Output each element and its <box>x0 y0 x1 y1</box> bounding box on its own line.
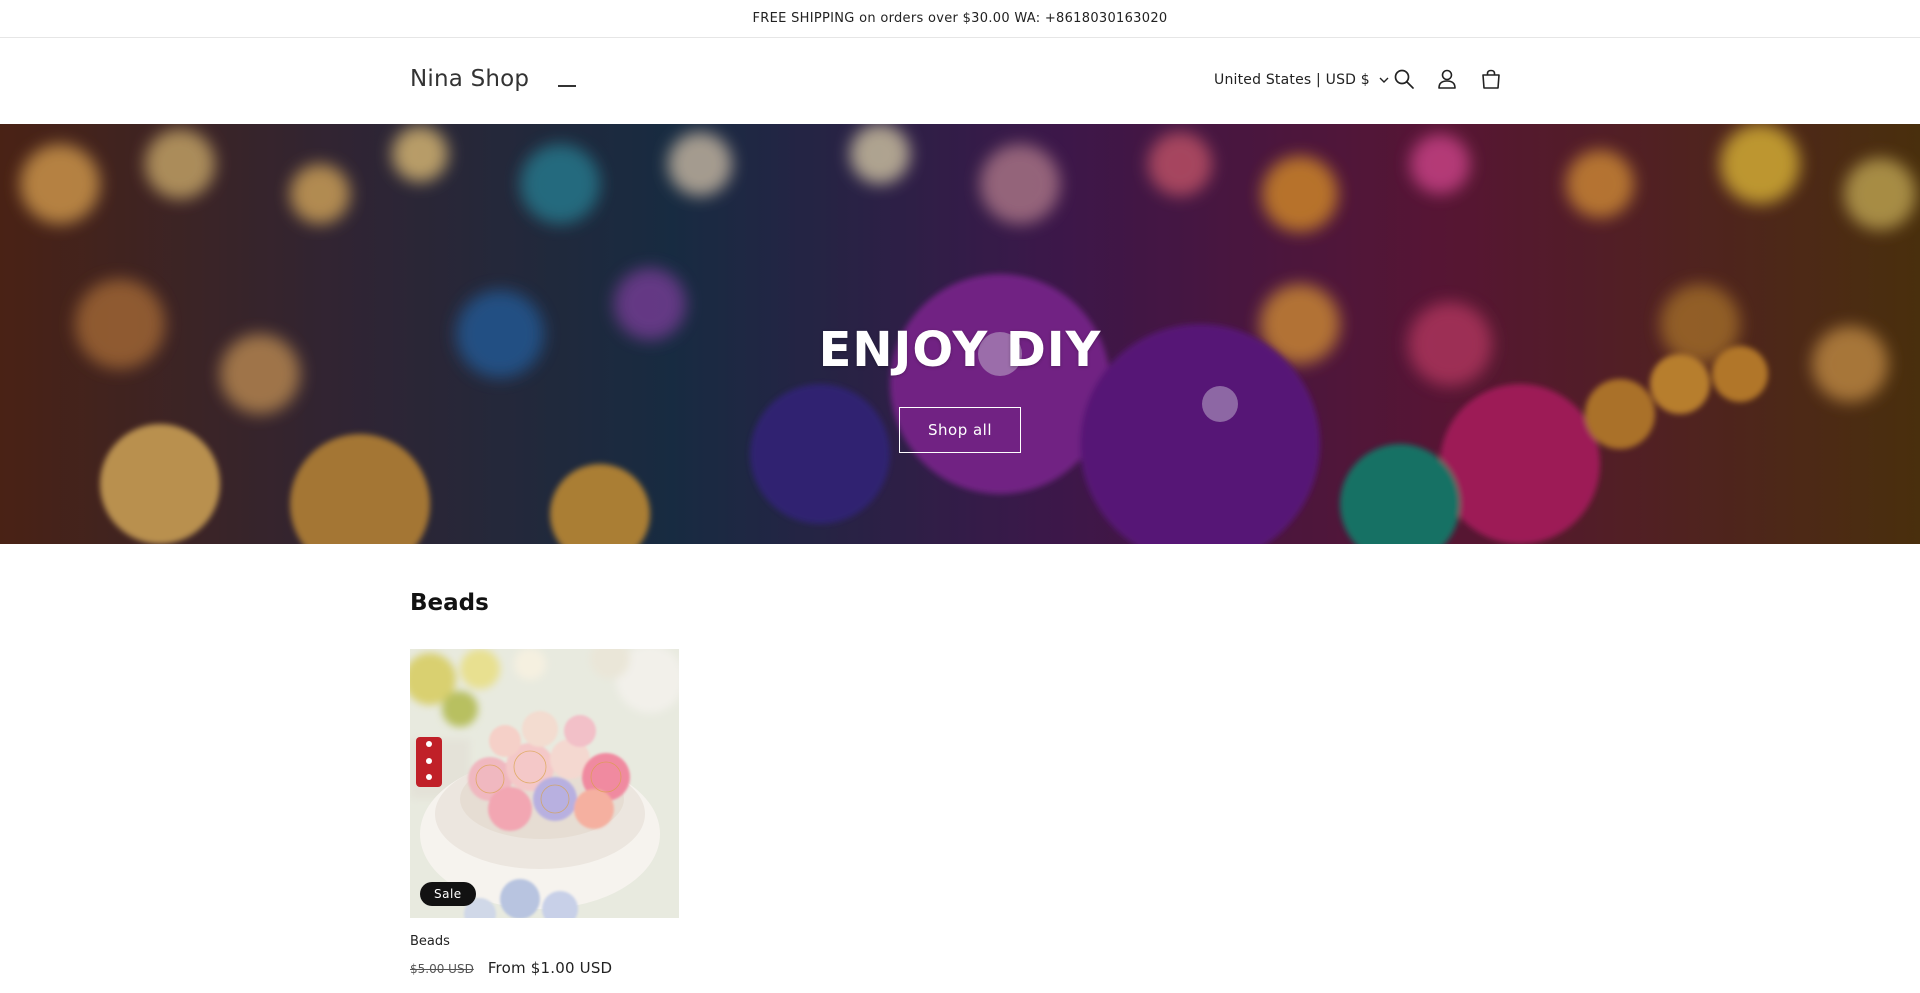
account-button[interactable] <box>1433 65 1461 93</box>
shop-logo[interactable]: Nina Shop <box>410 66 529 92</box>
product-card[interactable]: Sale Beads $5.00 USD From $1.00 USD <box>410 649 679 977</box>
sale-price: From $1.00 USD <box>487 959 613 977</box>
hero-title: ENJOY DIY <box>818 322 1102 378</box>
country-selector[interactable]: United States | USD $ <box>1214 70 1390 90</box>
menu-icon <box>558 85 576 87</box>
product-photo <box>410 649 679 918</box>
country-selector-label: United States | USD $ <box>1214 72 1370 88</box>
cart-icon <box>1482 69 1500 89</box>
sale-badge: Sale <box>420 882 476 906</box>
price-row: $5.00 USD From $1.00 USD <box>410 959 679 977</box>
collection-title: Beads <box>410 590 489 616</box>
account-icon <box>1438 69 1456 89</box>
product-title[interactable]: Beads <box>410 934 679 949</box>
site-header: Nina Shop United States | USD $ <box>0 38 1920 124</box>
search-button[interactable] <box>1390 65 1418 93</box>
hero-banner: ENJOY DIY Shop all <box>0 124 1920 544</box>
shop-all-button[interactable]: Shop all <box>899 407 1021 453</box>
product-image[interactable]: Sale <box>410 649 679 918</box>
menu-button[interactable] <box>556 72 578 92</box>
cart-button[interactable] <box>1477 65 1505 93</box>
chevron-down-icon <box>1378 74 1390 86</box>
announcement-text: FREE SHIPPING on orders over $30.00 WA: … <box>752 11 1168 26</box>
announcement-bar: FREE SHIPPING on orders over $30.00 WA: … <box>0 0 1920 38</box>
compare-at-price: $5.00 USD <box>410 962 474 976</box>
search-icon <box>1394 69 1414 89</box>
